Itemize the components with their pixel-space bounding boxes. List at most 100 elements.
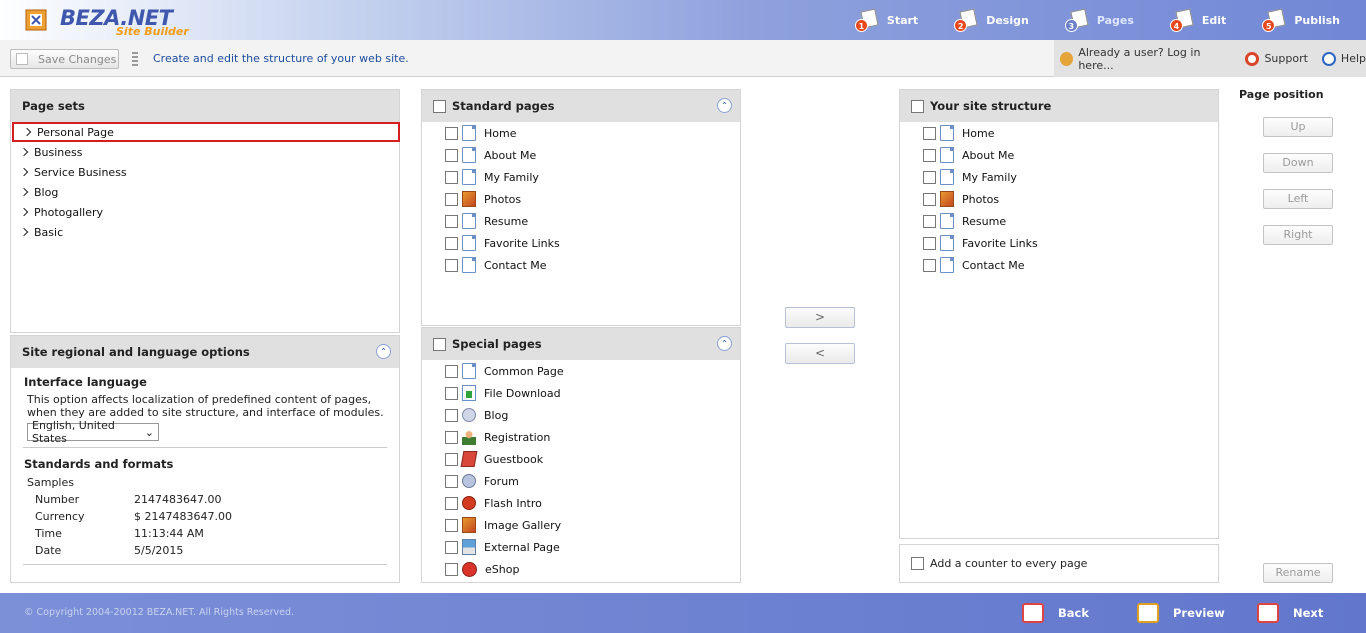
move-up-button[interactable]: Up <box>1263 117 1333 137</box>
format-value: 11:13:44 AM <box>134 527 204 540</box>
list-item[interactable]: Image Gallery <box>422 514 740 536</box>
list-item[interactable]: Forum <box>422 470 740 492</box>
page-checkbox[interactable] <box>445 236 458 250</box>
support-link[interactable]: Support <box>1245 51 1308 66</box>
save-changes-button[interactable]: Save Changes <box>10 49 119 69</box>
list-item[interactable]: My Family <box>422 166 740 188</box>
divider <box>23 447 387 448</box>
list-item[interactable]: Home <box>422 122 740 144</box>
page-checkbox[interactable] <box>445 126 458 140</box>
page-checkbox[interactable] <box>445 452 458 466</box>
step-start[interactable]: 1 Start <box>837 0 936 40</box>
login-link[interactable]: Already a user? Log in here... <box>1060 46 1231 72</box>
select-all-structure-checkbox[interactable] <box>911 99 924 113</box>
page-set-item[interactable]: Basic <box>11 222 399 242</box>
list-item[interactable]: eShop <box>422 558 740 580</box>
list-item[interactable]: Flash Intro <box>422 492 740 514</box>
list-item[interactable]: Photos <box>900 188 1218 210</box>
next-button[interactable]: Next <box>1257 593 1323 633</box>
page-set-label: Basic <box>34 225 64 239</box>
chevron-right-icon <box>19 167 29 177</box>
copyright: © Copyright 2004-20012 BEZA.NET. All Rig… <box>24 607 295 618</box>
list-item[interactable]: Common Page <box>422 360 740 382</box>
step-edit[interactable]: 4 Edit <box>1152 0 1244 40</box>
page-checkbox[interactable] <box>923 148 936 162</box>
page-checkbox[interactable] <box>923 258 936 272</box>
page-set-item[interactable]: Business <box>11 142 399 162</box>
step-pages[interactable]: 3 Pages <box>1047 0 1152 40</box>
page-label: Flash Intro <box>484 496 542 510</box>
page-checkbox[interactable] <box>923 126 936 140</box>
select-all-special-checkbox[interactable] <box>433 337 446 351</box>
move-down-button[interactable]: Down <box>1263 153 1333 173</box>
list-item[interactable]: About Me <box>422 144 740 166</box>
help-link[interactable]: Help <box>1321 51 1366 66</box>
counter-checkbox[interactable] <box>911 557 924 570</box>
list-item[interactable]: About Me <box>900 144 1218 166</box>
document-icon <box>462 363 476 379</box>
list-item[interactable]: Blog <box>422 404 740 426</box>
list-item[interactable]: Home <box>900 122 1218 144</box>
page-checkbox[interactable] <box>445 258 458 272</box>
list-item[interactable]: Favorite Links <box>900 232 1218 254</box>
page-checkbox[interactable] <box>923 236 936 250</box>
page-set-item[interactable]: Photogallery <box>11 202 399 222</box>
page-checkbox[interactable] <box>445 430 458 444</box>
page-checkbox[interactable] <box>445 192 458 206</box>
page-checkbox[interactable] <box>445 540 458 554</box>
page-checkbox[interactable] <box>445 148 458 162</box>
page-checkbox[interactable] <box>445 518 458 532</box>
list-item[interactable]: External Page <box>422 536 740 558</box>
collapse-icon[interactable]: ⌃ <box>376 344 391 359</box>
list-item[interactable]: Favorite Links <box>422 232 740 254</box>
step-publish[interactable]: 5 Publish <box>1244 0 1366 40</box>
divider <box>23 564 387 565</box>
page-set-item[interactable]: Personal Page <box>12 122 400 142</box>
page-set-item[interactable]: Blog <box>11 182 399 202</box>
counter-option: Add a counter to every page <box>899 544 1219 583</box>
list-item[interactable]: My Family <box>900 166 1218 188</box>
standard-pages-list: Home About Me My Family Photos Resume Favorit… <box>422 122 740 276</box>
page-checkbox[interactable] <box>923 170 936 184</box>
list-item[interactable]: Registration <box>422 426 740 448</box>
page-checkbox[interactable] <box>445 364 458 378</box>
external-page-icon <box>462 539 476 555</box>
list-item[interactable]: File Download <box>422 382 740 404</box>
page-checkbox[interactable] <box>445 214 458 228</box>
language-select[interactable]: English, United States ⌄ <box>27 419 159 445</box>
page-set-item[interactable]: Service Business <box>11 162 399 182</box>
page-checkbox[interactable] <box>445 496 458 510</box>
chevron-right-icon <box>19 227 29 237</box>
move-right-button[interactable]: Right <box>1263 225 1333 245</box>
logo-icon <box>25 9 47 31</box>
list-item[interactable]: Contact Me <box>422 254 740 276</box>
page-label: Favorite Links <box>962 236 1038 250</box>
page-checkbox[interactable] <box>923 214 936 228</box>
list-item[interactable]: Guestbook <box>422 448 740 470</box>
page-set-label: Photogallery <box>34 205 104 219</box>
step-design[interactable]: 2 Design <box>936 0 1047 40</box>
select-all-standard-checkbox[interactable] <box>433 99 446 113</box>
page-checkbox[interactable] <box>445 474 458 488</box>
page-checkbox[interactable] <box>445 562 458 576</box>
back-button[interactable]: Back <box>1022 593 1089 633</box>
page-checkbox[interactable] <box>445 170 458 184</box>
page-checkbox[interactable] <box>923 192 936 206</box>
page-checkbox[interactable] <box>445 408 458 422</box>
standards-heading: Standards and formats <box>24 457 174 471</box>
format-label: Date <box>35 544 62 557</box>
move-left-button[interactable]: Left <box>1263 189 1333 209</box>
page-checkbox[interactable] <box>445 386 458 400</box>
page-position-title: Page position <box>1239 88 1324 101</box>
add-page-button[interactable]: > <box>785 307 855 328</box>
preview-button[interactable]: Preview <box>1137 593 1225 633</box>
list-item[interactable]: Contact Me <box>900 254 1218 276</box>
document-icon <box>462 235 476 251</box>
collapse-icon[interactable]: ⌃ <box>717 336 732 351</box>
list-item[interactable]: Photos <box>422 188 740 210</box>
list-item[interactable]: Resume <box>422 210 740 232</box>
list-item[interactable]: Resume <box>900 210 1218 232</box>
collapse-icon[interactable]: ⌃ <box>717 98 732 113</box>
rename-button[interactable]: Rename <box>1263 563 1333 583</box>
remove-page-button[interactable]: < <box>785 343 855 364</box>
